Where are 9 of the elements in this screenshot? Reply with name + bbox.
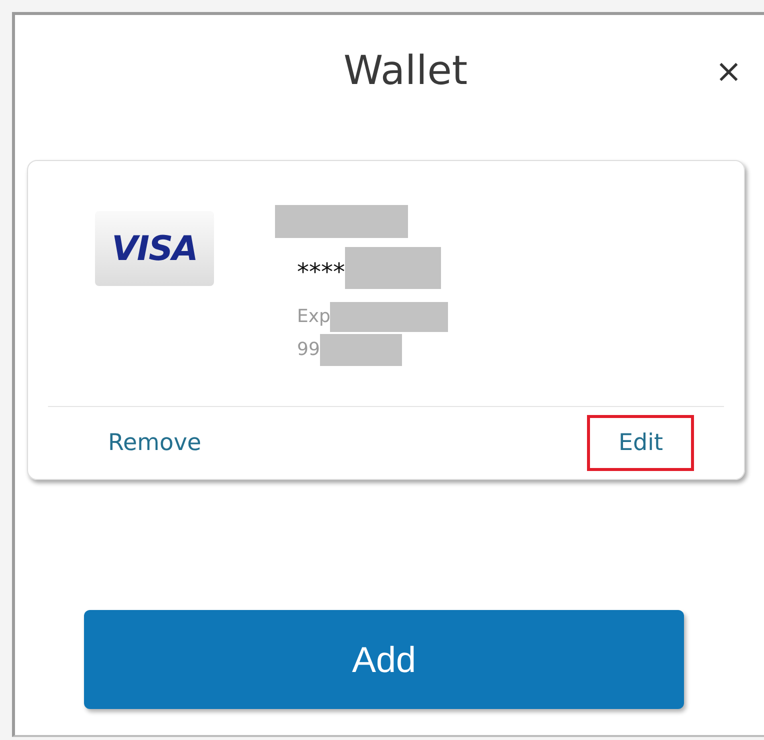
close-button[interactable]: × (711, 51, 746, 91)
card-action-link[interactable]: Remove (77, 415, 232, 471)
expiry-value: 99 (297, 338, 320, 362)
expiry-label: Exp (297, 305, 330, 329)
card-number: **** (297, 257, 345, 287)
add-button[interactable]: Add (84, 610, 684, 709)
dialog-title: Wallet (343, 47, 468, 96)
card-action-link[interactable]: Edit (587, 415, 694, 471)
card-brand-logo: VISA (95, 211, 214, 286)
